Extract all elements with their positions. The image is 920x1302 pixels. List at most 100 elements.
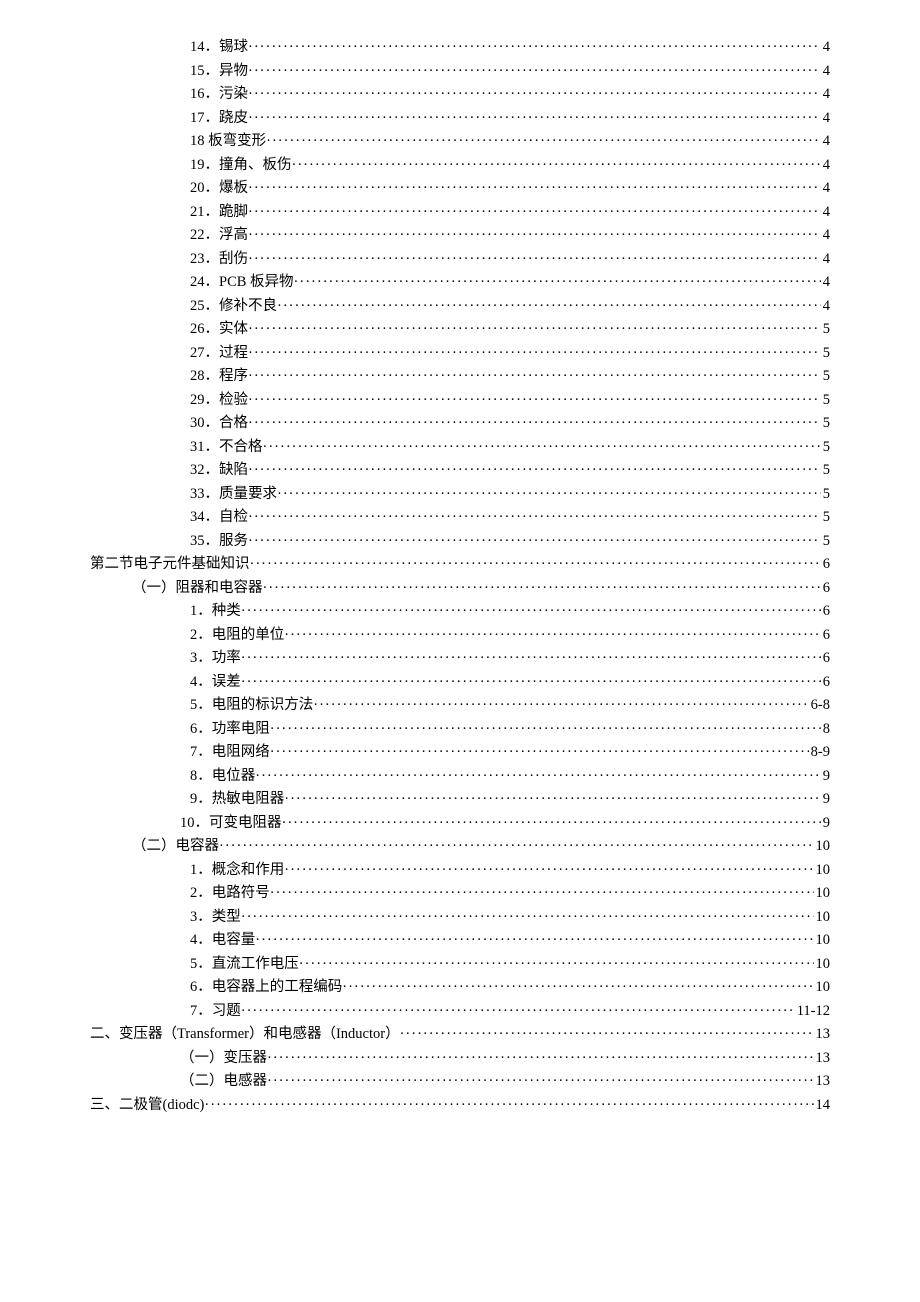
toc-entry: 19．撞角、板伤 4 [90,158,830,173]
toc-label: 6．电容器上的工程编码 [190,980,342,995]
toc-leader-dots [313,698,808,713]
toc-page-number: 4 [821,87,830,102]
toc-label: 33．质量要求 [190,487,277,502]
toc-entry: （二）电容器10 [90,839,830,854]
toc-page-number: 4 [821,299,830,314]
toc-leader-dots [270,722,821,737]
toc-page-number: 6 [821,557,830,572]
toc-label: 18 板弯变形 [190,134,266,149]
toc-page-number: 13 [814,1027,831,1042]
toc-leader-dots [284,792,821,807]
toc-label: 32．缺陷 [190,463,248,478]
toc-leader-dots [248,111,821,126]
toc-leader-dots [248,322,821,337]
toc-entry: 31．不合格 5 [90,440,830,455]
toc-entry: 三、二极管(diodc)14 [90,1098,830,1113]
toc-entry: 1．概念和作用 10 [90,863,830,878]
toc-leader-dots [248,510,821,525]
toc-leader-dots [294,275,821,290]
toc-label: 20．爆板 [190,181,248,196]
toc-label: 14．锡球 [190,40,248,55]
toc-page-number: 4 [821,181,830,196]
toc-leader-dots [248,346,821,361]
toc-page-number: 4 [821,252,830,267]
toc-entry: 7．习题 11-12 [90,1004,830,1019]
toc-label: 34．自检 [190,510,248,525]
toc-entry: 第二节电子元件基础知识 6 [90,557,830,572]
toc-entry: 21．跪脚 4 [90,205,830,220]
toc-entry: 2．电路符号 10 [90,886,830,901]
toc-entry: 3．类型10 [90,910,830,925]
toc-entry: 2．电阻的单位 6 [90,628,830,643]
toc-leader-dots [241,910,814,925]
toc-page-number: 5 [821,510,830,525]
toc-leader-dots [248,463,821,478]
toc-label: 27．过程 [190,346,248,361]
toc-page-number: 10 [814,910,831,925]
toc-leader-dots [284,628,821,643]
toc-entry: 25．修补不良 4 [90,299,830,314]
toc-entry: 24．PCB 板异物 4 [90,275,830,290]
toc-page-number: 4 [821,134,830,149]
toc-page-number: 13 [814,1051,831,1066]
toc-entry: 6．功率电阻 8 [90,722,830,737]
toc-leader-dots [400,1027,814,1042]
toc-label: 4．误差 [190,675,241,690]
toc-page-number: 4 [821,158,830,173]
toc-leader-dots [267,1074,814,1089]
toc-page-number: 10 [814,933,831,948]
toc-entry: 28．程序 5 [90,369,830,384]
toc-page-number: 5 [821,440,830,455]
toc-entry: 30．合格 5 [90,416,830,431]
toc-leader-dots [267,1051,814,1066]
toc-leader-dots [299,957,814,972]
toc-entry: 35．服务 5 [90,534,830,549]
toc-page-number: 8 [821,722,830,737]
toc-entry: 8．电位器 9 [90,769,830,784]
toc-leader-dots [284,863,813,878]
toc-page-number: 4 [821,64,830,79]
toc-page-number: 5 [821,369,830,384]
toc-entry: 18 板弯变形 4 [90,134,830,149]
toc-leader-dots [241,675,821,690]
toc-page-number: 5 [821,534,830,549]
toc-leader-dots [248,369,821,384]
toc-leader-dots [263,440,821,455]
toc-leader-dots [270,886,814,901]
toc-page-number: 5 [821,463,830,478]
toc-page-number: 9 [821,769,830,784]
toc-entry: 29．检验 5 [90,393,830,408]
toc-label: 5．直流工作电压 [190,957,299,972]
toc-label: 21．跪脚 [190,205,248,220]
toc-entry: 26．实体 5 [90,322,830,337]
toc-label: 28．程序 [190,369,248,384]
toc-leader-dots [277,299,821,314]
toc-page-number: 10 [814,886,831,901]
toc-label: 1．种类 [190,604,241,619]
toc-page-number: 10 [814,839,831,854]
toc-label: 31．不合格 [190,440,263,455]
toc-entry: （一）阻器和电容器6 [90,581,830,596]
toc-leader-dots [248,205,821,220]
toc-entry: 16．污染4 [90,87,830,102]
toc-leader-dots [248,534,821,549]
toc-leader-dots [266,134,821,149]
toc-page-number: 14 [814,1098,831,1113]
toc-label: 15．异物 [190,64,248,79]
toc-leader-dots [250,557,821,572]
toc-entry: 10．可变电阻器9 [90,816,830,831]
toc-label: 19．撞角、板伤 [190,158,292,173]
toc-label: （一）阻器和电容器 [132,581,263,596]
toc-label: （一）变压器 [180,1051,267,1066]
toc-page-number: 6 [821,675,830,690]
toc-label: 5．电阻的标识方法 [190,698,313,713]
toc-label: 7．习题 [190,1004,241,1019]
toc-entry: 20．爆板 4 [90,181,830,196]
toc-page-number: 6 [821,651,830,666]
toc-label: 9．热敏电阻器 [190,792,284,807]
toc-entry: 4．误差 6 [90,675,830,690]
toc-page-number: 4 [821,228,830,243]
toc-page-number: 9 [821,792,830,807]
toc-leader-dots [292,158,821,173]
toc-leader-dots [248,40,821,55]
